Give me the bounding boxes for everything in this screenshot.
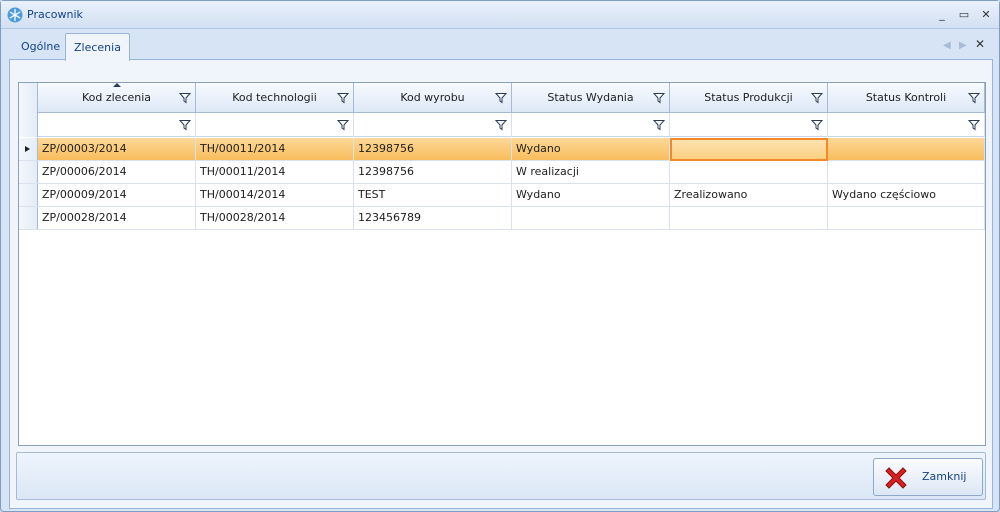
row-indicator[interactable] — [19, 138, 38, 160]
filter-icon[interactable] — [495, 92, 507, 104]
filter-icon[interactable] — [968, 92, 980, 104]
filter-cell-control-status[interactable] — [828, 113, 985, 137]
cell-control-status[interactable] — [828, 161, 985, 184]
cell-issue-status[interactable]: Wydano — [512, 184, 670, 207]
column-header-production-status[interactable]: Status Produkcji — [670, 83, 828, 113]
title-bar[interactable]: Pracownik _ ▭ ✕ — [1, 1, 999, 29]
tab-general[interactable]: Ogólne — [13, 33, 68, 60]
cell-production-status[interactable] — [670, 207, 828, 230]
cell-product-code[interactable]: 12398756 — [354, 138, 512, 161]
filter-cell-issue-status[interactable] — [512, 113, 670, 137]
column-header-label: Status Kontroli — [865, 91, 947, 104]
cell-production-status[interactable]: Zrealizowano — [670, 184, 828, 207]
maximize-button[interactable]: ▭ — [955, 7, 973, 23]
table-row[interactable]: ZP/00003/2014 TH/00011/2014 12398756 Wyd… — [19, 138, 985, 161]
cell-technology-code[interactable]: TH/00011/2014 — [196, 161, 354, 184]
column-header-product-code[interactable]: Kod wyrobu — [354, 83, 512, 113]
cell-technology-code[interactable]: TH/00014/2014 — [196, 184, 354, 207]
row-indicator[interactable] — [19, 184, 38, 206]
current-row-arrow-icon — [25, 146, 30, 152]
cell-technology-code[interactable]: TH/00028/2014 — [196, 207, 354, 230]
red-x-close-icon — [885, 467, 907, 489]
filter-icon[interactable] — [811, 119, 823, 131]
cell-issue-status[interactable]: Wydano — [512, 138, 670, 161]
table-row[interactable]: ZP/00009/2014 TH/00014/2014 TEST Wydano … — [19, 184, 985, 207]
filter-indicator-cell — [19, 113, 38, 137]
column-header-label: Kod wyrobu — [400, 91, 465, 104]
close-button[interactable]: Zamknij — [873, 458, 983, 496]
cell-issue-status[interactable] — [512, 207, 670, 230]
grid-header-row: Kod zlecenia Kod technologii Kod wyrobu … — [19, 83, 985, 113]
app-snowflake-icon — [7, 7, 23, 23]
cell-control-status[interactable]: Wydano częściowo — [828, 184, 985, 207]
filter-icon[interactable] — [653, 119, 665, 131]
filter-cell-technology-code[interactable] — [196, 113, 354, 137]
column-header-technology-code[interactable]: Kod technologii — [196, 83, 354, 113]
cell-technology-code[interactable]: TH/00011/2014 — [196, 138, 354, 161]
filter-icon[interactable] — [337, 119, 349, 131]
cell-order-code[interactable]: ZP/00006/2014 — [38, 161, 196, 184]
filter-cell-production-status[interactable] — [670, 113, 828, 137]
tab-prev-icon[interactable]: ◀ — [943, 40, 951, 51]
column-header-control-status[interactable]: Status Kontroli — [828, 83, 985, 113]
tab-orders[interactable]: Zlecenia — [65, 33, 130, 61]
close-window-button[interactable]: ✕ — [977, 7, 995, 23]
table-row[interactable]: ZP/00006/2014 TH/00011/2014 12398756 W r… — [19, 161, 985, 184]
cell-order-code[interactable]: ZP/00003/2014 — [38, 138, 196, 161]
cell-control-status[interactable] — [828, 207, 985, 230]
cell-order-code[interactable]: ZP/00028/2014 — [38, 207, 196, 230]
close-button-label: Zamknij — [922, 470, 967, 483]
cell-product-code[interactable]: 123456789 — [354, 207, 512, 230]
cell-order-code[interactable]: ZP/00009/2014 — [38, 184, 196, 207]
tab-general-label: Ogólne — [21, 40, 61, 53]
orders-panel: Kod zlecenia Kod technologii Kod wyrobu … — [9, 59, 993, 509]
orders-grid[interactable]: Kod zlecenia Kod technologii Kod wyrobu … — [18, 82, 986, 446]
column-header-label: Kod zlecenia — [81, 91, 152, 104]
filter-icon[interactable] — [968, 119, 980, 131]
tab-orders-label: Zlecenia — [74, 41, 121, 54]
cell-control-status[interactable] — [828, 138, 985, 161]
filter-cell-order-code[interactable] — [38, 113, 196, 137]
cell-issue-status[interactable]: W realizacji — [512, 161, 670, 184]
column-header-label: Status Produkcji — [704, 91, 793, 104]
filter-icon[interactable] — [495, 119, 507, 131]
cell-production-status[interactable] — [670, 138, 828, 161]
table-row[interactable]: ZP/00028/2014 TH/00028/2014 123456789 — [19, 207, 985, 230]
filter-icon[interactable] — [653, 92, 665, 104]
column-header-order-code[interactable]: Kod zlecenia — [38, 83, 196, 113]
column-header-label: Status Wydania — [547, 91, 634, 104]
tab-strip: Ogólne Zlecenia ◀ ▶ ✕ — [9, 30, 993, 61]
cell-production-status[interactable] — [670, 161, 828, 184]
column-header-label: Kod technologii — [232, 91, 317, 104]
footer-bar: Zamknij — [16, 452, 986, 500]
filter-icon[interactable] — [337, 92, 349, 104]
header-indicator-cell — [19, 83, 38, 113]
filter-cell-product-code[interactable] — [354, 113, 512, 137]
cell-product-code[interactable]: TEST — [354, 184, 512, 207]
row-indicator[interactable] — [19, 161, 38, 183]
row-indicator[interactable] — [19, 207, 38, 229]
filter-icon[interactable] — [811, 92, 823, 104]
tab-close-icon[interactable]: ✕ — [975, 37, 985, 51]
grid-filter-row — [19, 113, 985, 137]
cell-product-code[interactable]: 12398756 — [354, 161, 512, 184]
window-title: Pracownik — [27, 8, 83, 21]
employee-window: Pracownik _ ▭ ✕ Ogólne Zlecenia ◀ ▶ ✕ Ko… — [0, 0, 1000, 512]
filter-icon[interactable] — [179, 92, 191, 104]
minimize-button[interactable]: _ — [933, 7, 951, 23]
filter-icon[interactable] — [179, 119, 191, 131]
column-header-issue-status[interactable]: Status Wydania — [512, 83, 670, 113]
tab-next-icon[interactable]: ▶ — [959, 40, 967, 51]
sort-ascending-icon — [112, 83, 121, 87]
